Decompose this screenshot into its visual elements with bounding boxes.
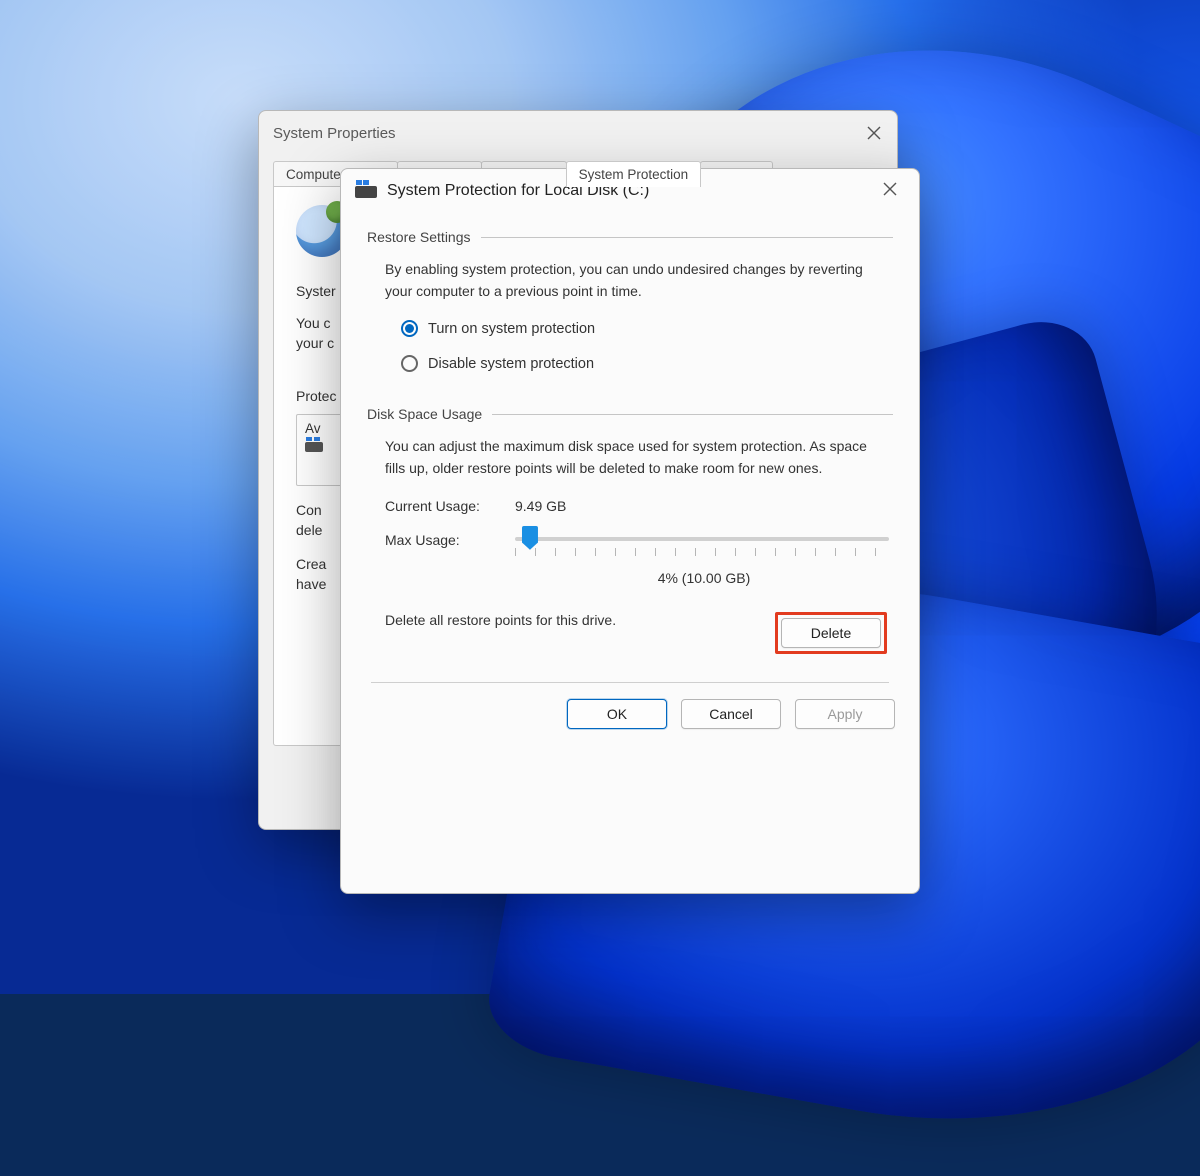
delete-button-highlight: Delete [775, 612, 887, 654]
apply-button[interactable]: Apply [795, 699, 895, 729]
close-icon [881, 180, 899, 198]
parent-titlebar[interactable]: System Properties [259, 111, 897, 155]
slider-ticks [515, 548, 889, 556]
slider-track [515, 537, 889, 541]
radio-disable-protection[interactable]: Disable system protection [401, 355, 893, 372]
radio-turn-on-protection[interactable]: Turn on system protection [401, 320, 893, 337]
radio-label: Turn on system protection [428, 321, 595, 337]
current-usage-row: Current Usage: 9.49 GB [385, 498, 893, 514]
ok-button[interactable]: OK [567, 699, 667, 729]
disk-icon [355, 186, 377, 198]
radio-icon [401, 355, 418, 372]
dialog-footer: OK Cancel Apply [341, 683, 919, 745]
cancel-button[interactable]: Cancel [681, 699, 781, 729]
radio-label: Disable system protection [428, 356, 594, 372]
current-usage-label: Current Usage: [385, 498, 515, 514]
delete-button[interactable]: Delete [781, 618, 881, 648]
disk-space-usage-heading: Disk Space Usage [367, 406, 893, 422]
slider-thumb[interactable] [522, 526, 538, 550]
current-usage-value: 9.49 GB [515, 498, 566, 514]
close-button[interactable] [875, 174, 905, 209]
restore-settings-description: By enabling system protection, you can u… [385, 259, 887, 302]
system-protection-dialog: System Protection for Local Disk (C:) Re… [340, 168, 920, 894]
restore-settings-heading: Restore Settings [367, 229, 893, 245]
close-icon[interactable] [865, 124, 883, 142]
max-usage-label: Max Usage: [385, 528, 515, 548]
disk-icon [305, 442, 323, 452]
parent-window-title: System Properties [273, 125, 396, 142]
disk-space-usage-description: You can adjust the maximum disk space us… [385, 436, 887, 479]
max-usage-slider[interactable] [515, 528, 889, 562]
radio-icon [401, 320, 418, 337]
tab-system-protection[interactable]: System Protection [566, 161, 702, 187]
max-usage-value: 4% (10.00 GB) [515, 570, 893, 586]
delete-description: Delete all restore points for this drive… [385, 612, 616, 628]
